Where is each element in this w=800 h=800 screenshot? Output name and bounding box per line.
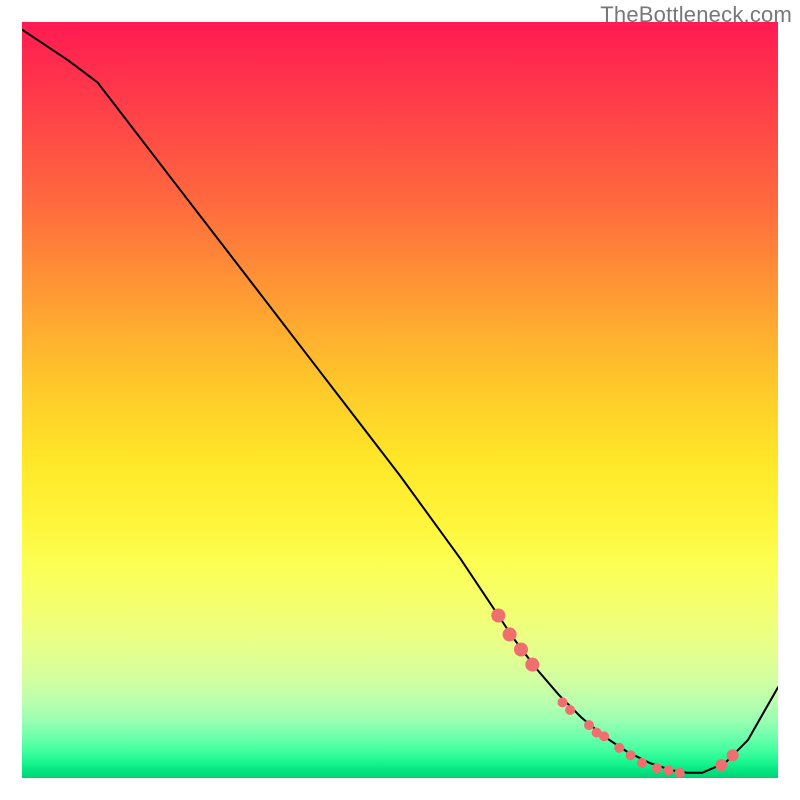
highlight-point [599, 731, 609, 741]
highlight-point [626, 750, 636, 760]
highlight-point [491, 609, 505, 623]
highlight-point [503, 627, 517, 641]
chart-container: TheBottleneck.com [0, 0, 800, 800]
highlight-point [663, 765, 673, 775]
highlighted-points-group [491, 609, 738, 778]
highlight-point [514, 643, 528, 657]
highlight-point [565, 705, 575, 715]
highlight-point [715, 759, 727, 771]
bottleneck-curve [22, 30, 778, 773]
highlight-point [558, 697, 568, 707]
curve-overlay [22, 22, 778, 778]
plot-area [22, 22, 778, 778]
highlight-point [584, 720, 594, 730]
highlight-point [525, 658, 539, 672]
highlight-point [652, 763, 662, 773]
highlight-point [727, 749, 739, 761]
highlight-point [675, 768, 685, 778]
highlight-point [614, 743, 624, 753]
highlight-point [637, 758, 647, 768]
